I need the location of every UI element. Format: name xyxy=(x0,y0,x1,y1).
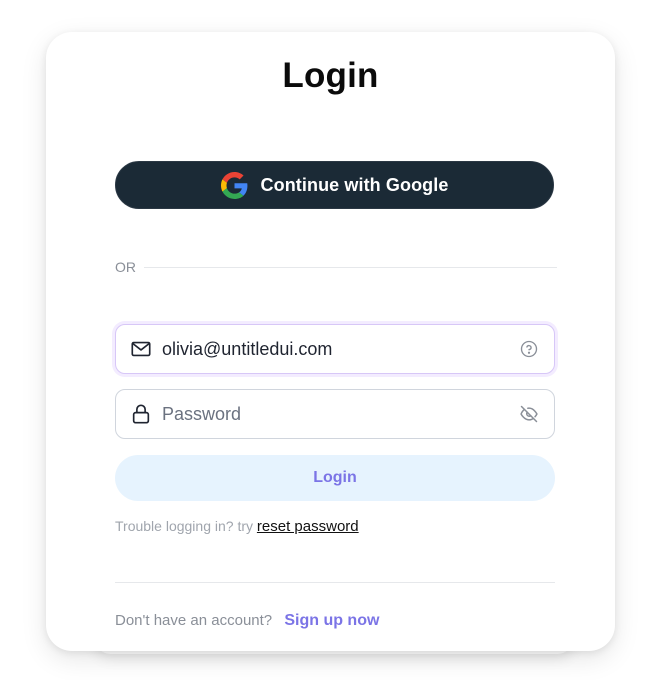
eye-off-icon[interactable] xyxy=(518,403,540,425)
page-title: Login xyxy=(282,56,379,95)
or-label: OR xyxy=(115,259,136,275)
password-input[interactable] xyxy=(162,403,508,425)
google-button-label: Continue with Google xyxy=(260,174,449,195)
lock-icon xyxy=(130,403,152,425)
sign-up-link[interactable]: Sign up now xyxy=(284,612,379,629)
or-divider-line xyxy=(144,266,557,268)
reset-password-link[interactable]: reset password xyxy=(257,518,359,535)
trouble-label: Trouble logging in? try xyxy=(115,518,257,534)
or-separator: OR xyxy=(115,257,557,277)
mail-icon xyxy=(130,338,152,360)
login-submit-button[interactable]: Login xyxy=(115,455,555,501)
signup-row: Don't have an account? Sign up now xyxy=(115,612,379,630)
email-field[interactable] xyxy=(115,324,555,374)
trouble-text: Trouble logging in? try reset password xyxy=(115,518,359,535)
no-account-label: Don't have an account? xyxy=(115,612,273,629)
password-field[interactable] xyxy=(115,389,555,439)
footer-divider xyxy=(115,582,555,583)
login-card: Login Continue with Google OR olivia@unt… xyxy=(46,32,615,651)
google-logo-icon xyxy=(220,171,247,199)
continue-with-google-button[interactable]: Continue with Google xyxy=(115,161,554,209)
help-circle-icon[interactable] xyxy=(518,338,540,360)
email-input[interactable] xyxy=(162,338,508,360)
